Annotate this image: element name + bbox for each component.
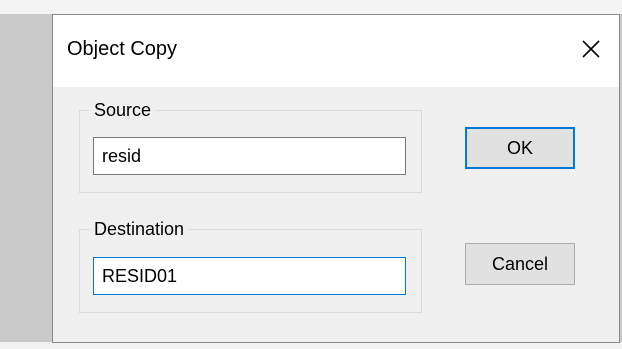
cancel-button[interactable]: Cancel xyxy=(465,243,575,285)
object-copy-dialog: Object Copy Source resid Destination RES… xyxy=(52,14,620,343)
dialog-title: Object Copy xyxy=(67,38,178,60)
backdrop-top xyxy=(0,0,622,14)
destination-input[interactable]: RESID01 xyxy=(93,257,406,295)
ok-button[interactable]: OK xyxy=(465,127,575,169)
title-bar: Object Copy xyxy=(53,15,619,87)
close-icon xyxy=(581,39,601,59)
source-label: Source xyxy=(90,99,156,121)
destination-label: Destination xyxy=(90,218,189,240)
close-button[interactable] xyxy=(563,15,619,83)
backdrop-bottom xyxy=(0,342,622,349)
source-input[interactable]: resid xyxy=(93,137,406,175)
